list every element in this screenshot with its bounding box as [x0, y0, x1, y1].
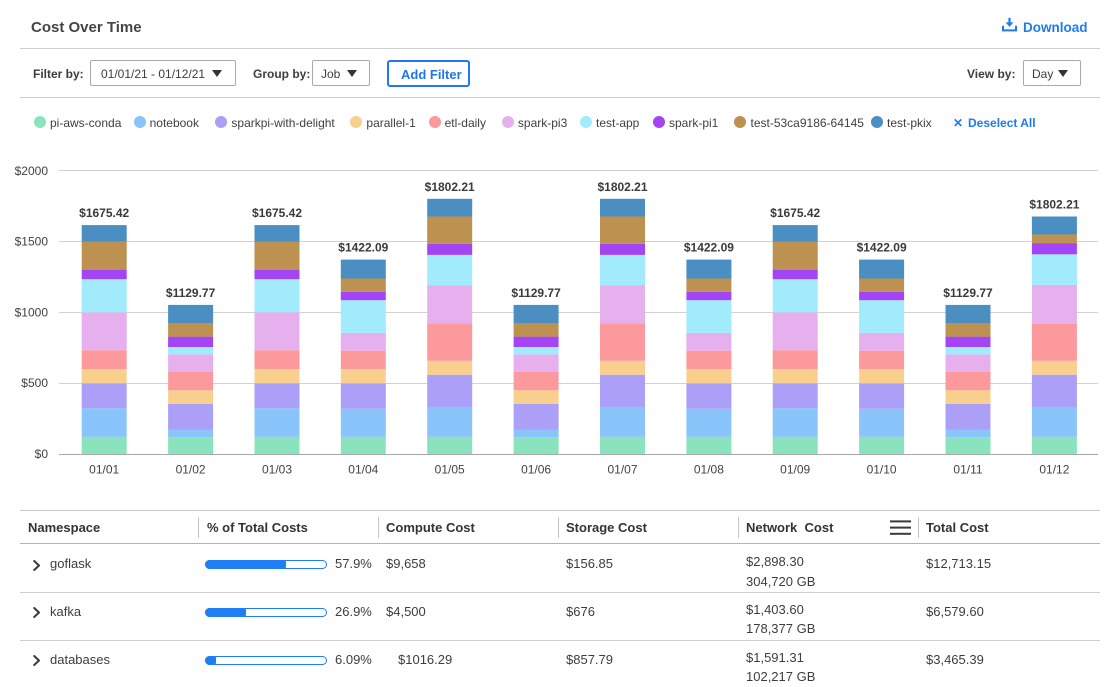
svg-text:$1129.77: $1129.77 [943, 286, 993, 300]
svg-text:01/03: 01/03 [262, 463, 292, 477]
svg-text:01/08: 01/08 [694, 463, 724, 477]
svg-text:$1675.42: $1675.42 [252, 206, 302, 220]
svg-text:$1802.21: $1802.21 [1029, 198, 1079, 212]
svg-text:$1129.77: $1129.77 [166, 286, 216, 300]
svg-text:$1422.09: $1422.09 [338, 241, 388, 255]
svg-text:$0: $0 [35, 447, 49, 461]
svg-text:$1802.21: $1802.21 [425, 180, 475, 194]
svg-text:$2000: $2000 [15, 164, 49, 178]
svg-text:$1422.09: $1422.09 [684, 241, 734, 255]
svg-text:01/11: 01/11 [953, 463, 982, 477]
svg-text:$1500: $1500 [15, 235, 49, 249]
svg-text:$1129.77: $1129.77 [511, 286, 561, 300]
svg-text:01/05: 01/05 [435, 463, 465, 477]
svg-text:01/07: 01/07 [607, 463, 637, 477]
svg-text:$1802.21: $1802.21 [597, 180, 647, 194]
svg-text:01/02: 01/02 [176, 463, 206, 477]
svg-text:$1675.42: $1675.42 [770, 206, 820, 220]
svg-text:01/04: 01/04 [348, 463, 378, 477]
svg-text:01/06: 01/06 [521, 463, 551, 477]
svg-text:01/10: 01/10 [867, 463, 897, 477]
svg-text:$1000: $1000 [15, 305, 49, 319]
svg-text:01/01: 01/01 [89, 463, 119, 477]
svg-text:$500: $500 [21, 376, 48, 390]
svg-text:$1675.42: $1675.42 [79, 206, 129, 220]
svg-text:01/12: 01/12 [1039, 463, 1069, 477]
svg-text:01/09: 01/09 [780, 463, 810, 477]
svg-text:$1422.09: $1422.09 [857, 241, 907, 255]
